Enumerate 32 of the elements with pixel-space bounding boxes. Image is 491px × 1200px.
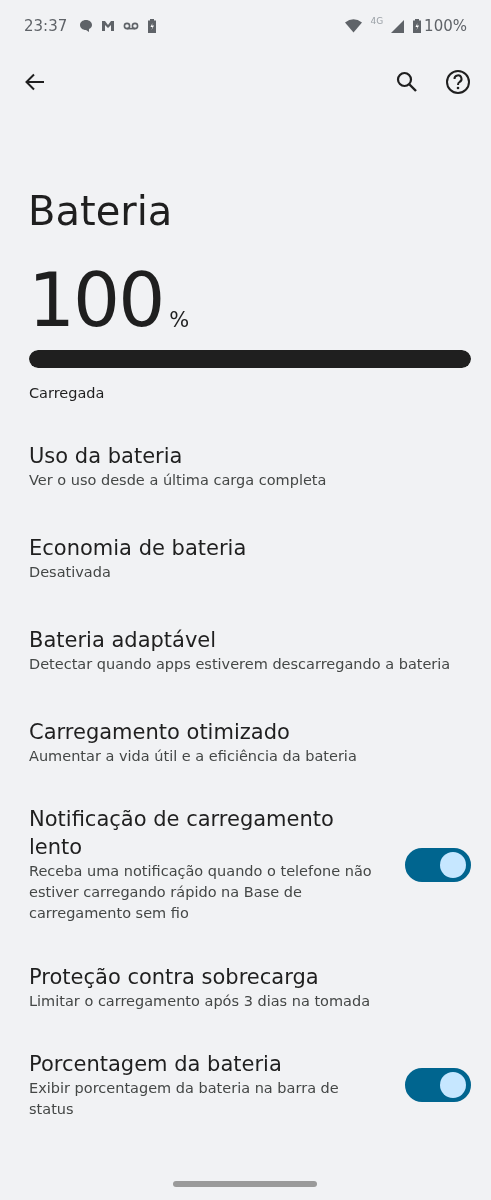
- back-arrow-icon[interactable]: [24, 71, 46, 93]
- battery-charging-icon: [412, 18, 423, 34]
- setting-summary: Detectar quando apps estiverem descarregando a bateria: [29, 654, 452, 674]
- setting-title[interactable]: Porcentagem da bateria: [29, 1050, 385, 1078]
- setting-summary: Limitar o carregamento após 3 dias na tomada: [29, 991, 372, 1011]
- percent-unit: %: [169, 308, 190, 332]
- battery-percentage: 100: [28, 262, 164, 338]
- setting-summary: Desativada: [29, 562, 112, 582]
- chat-icon: [79, 19, 94, 33]
- help-icon[interactable]: [445, 69, 471, 95]
- setting-title[interactable]: Economia de bateria: [29, 533, 471, 562]
- setting-title[interactable]: Carregamento otimizado: [29, 717, 471, 746]
- setting-title[interactable]: Uso da bateria: [29, 441, 471, 470]
- setting-summary: Exibir porcentagem da bateria na barra de status: [29, 1079, 340, 1119]
- toggle-switch[interactable]: [405, 1068, 471, 1102]
- setting-summary: Ver o uso desde a última carga completa: [29, 470, 328, 490]
- mail-icon: [101, 19, 116, 33]
- network-type: 4G: [370, 16, 384, 26]
- battery-percent: 100%: [424, 17, 467, 35]
- page-title: Bateria: [28, 188, 174, 234]
- search-icon[interactable]: [395, 70, 419, 94]
- setting-title[interactable]: Bateria adaptável: [29, 625, 471, 654]
- setting-title[interactable]: Proteção contra sobrecarga: [29, 962, 471, 991]
- status-time: 23:37: [24, 17, 68, 35]
- wifi-icon: [345, 19, 363, 33]
- signal-icon: [391, 19, 405, 33]
- setting-summary: Aumentar a vida útil e a eficiência da bateria: [29, 746, 358, 766]
- charge-status: Carregada: [29, 385, 106, 401]
- toggle-switch[interactable]: [405, 847, 471, 882]
- setting-title[interactable]: Notificação de carregamento lento: [29, 805, 385, 861]
- battery-charging-icon: [147, 18, 158, 34]
- setting-summary: Receba uma notificação quando o telefone não estiver carregando rápido na Base de carregamento sem fio: [29, 862, 373, 923]
